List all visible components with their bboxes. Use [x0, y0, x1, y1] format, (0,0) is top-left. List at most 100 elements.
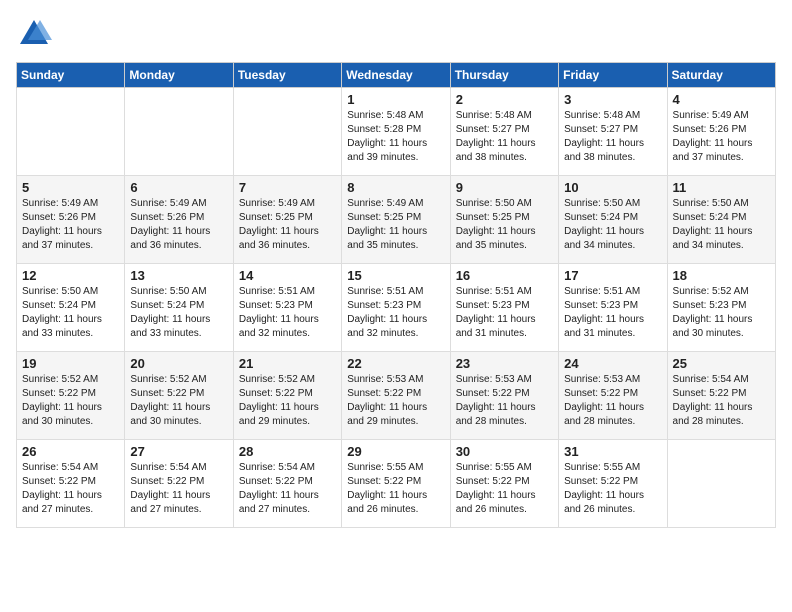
- day-info: Sunrise: 5:49 AM Sunset: 5:25 PM Dayligh…: [239, 197, 336, 253]
- calendar-table: SundayMondayTuesdayWednesdayThursdayFrid…: [16, 62, 776, 528]
- day-number: 6: [130, 180, 227, 195]
- day-number: 17: [564, 268, 661, 283]
- day-cell: 29Sunrise: 5:55 AM Sunset: 5:22 PM Dayli…: [342, 440, 450, 528]
- day-cell: 25 Sunrise: 5:54 AM Sunset: 5:22 PM Dayli…: [667, 352, 775, 440]
- week-row-5: 26 Sunrise: 5:54 AM Sunset: 5:22 PM Dayli…: [17, 440, 776, 528]
- day-info: Sunrise: 5:54 AM Sunset: 5:22 PM Dayligh…: [239, 461, 336, 517]
- day-cell: 11 Sunrise: 5:50 AM Sunset: 5:24 PM Dayli…: [667, 176, 775, 264]
- day-number: 12: [22, 268, 119, 283]
- day-info: Sunrise: 5:52 AM Sunset: 5:22 PM Dayligh…: [22, 373, 119, 429]
- day-info: Sunrise: 5:50 AM Sunset: 5:25 PM Dayligh…: [456, 197, 553, 253]
- day-cell: 14 Sunrise: 5:51 AM Sunset: 5:23 PM Dayli…: [233, 264, 341, 352]
- day-number: 15: [347, 268, 444, 283]
- day-info: Sunrise: 5:52 AM Sunset: 5:23 PM Dayligh…: [673, 285, 770, 341]
- week-row-4: 19 Sunrise: 5:52 AM Sunset: 5:22 PM Dayli…: [17, 352, 776, 440]
- day-info: Sunrise: 5:49 AM Sunset: 5:25 PM Dayligh…: [347, 197, 444, 253]
- day-cell: 13 Sunrise: 5:50 AM Sunset: 5:24 PM Dayli…: [125, 264, 233, 352]
- day-number: 23: [456, 356, 553, 371]
- day-number: 30: [456, 444, 553, 459]
- day-number: 31: [564, 444, 661, 459]
- day-number: 21: [239, 356, 336, 371]
- header-cell-tuesday: Tuesday: [233, 63, 341, 88]
- day-info: Sunrise: 5:49 AM Sunset: 5:26 PM Dayligh…: [130, 197, 227, 253]
- day-cell: 23Sunrise: 5:53 AM Sunset: 5:22 PM Dayli…: [450, 352, 558, 440]
- day-cell: 2 Sunrise: 5:48 AM Sunset: 5:27 PM Daylig…: [450, 88, 558, 176]
- day-number: 2: [456, 92, 553, 107]
- day-number: 10: [564, 180, 661, 195]
- day-cell: 1Sunrise: 5:48 AM Sunset: 5:28 PM Daylig…: [342, 88, 450, 176]
- day-info: Sunrise: 5:54 AM Sunset: 5:22 PM Dayligh…: [130, 461, 227, 517]
- day-number: 25: [673, 356, 770, 371]
- day-number: 22: [347, 356, 444, 371]
- day-cell: 18 Sunrise: 5:52 AM Sunset: 5:23 PM Dayli…: [667, 264, 775, 352]
- day-info: Sunrise: 5:51 AM Sunset: 5:23 PM Dayligh…: [456, 285, 553, 341]
- day-info: Sunrise: 5:52 AM Sunset: 5:22 PM Dayligh…: [130, 373, 227, 429]
- day-info: Sunrise: 5:55 AM Sunset: 5:22 PM Dayligh…: [564, 461, 661, 517]
- week-row-3: 12 Sunrise: 5:50 AM Sunset: 5:24 PM Dayli…: [17, 264, 776, 352]
- day-cell: 3 Sunrise: 5:48 AM Sunset: 5:27 PM Daylig…: [559, 88, 667, 176]
- day-cell: 19 Sunrise: 5:52 AM Sunset: 5:22 PM Dayli…: [17, 352, 125, 440]
- day-info: Sunrise: 5:54 AM Sunset: 5:22 PM Dayligh…: [22, 461, 119, 517]
- day-number: 4: [673, 92, 770, 107]
- day-cell: 9 Sunrise: 5:50 AM Sunset: 5:25 PM Daylig…: [450, 176, 558, 264]
- day-cell: 28Sunrise: 5:54 AM Sunset: 5:22 PM Dayli…: [233, 440, 341, 528]
- day-info: Sunrise: 5:50 AM Sunset: 5:24 PM Dayligh…: [673, 197, 770, 253]
- calendar-header: SundayMondayTuesdayWednesdayThursdayFrid…: [17, 63, 776, 88]
- day-cell: 7 Sunrise: 5:49 AM Sunset: 5:25 PM Daylig…: [233, 176, 341, 264]
- day-info: Sunrise: 5:49 AM Sunset: 5:26 PM Dayligh…: [673, 109, 770, 165]
- day-cell: 12Sunrise: 5:50 AM Sunset: 5:24 PM Dayli…: [17, 264, 125, 352]
- day-info: Sunrise: 5:50 AM Sunset: 5:24 PM Dayligh…: [564, 197, 661, 253]
- day-cell: 30 Sunrise: 5:55 AM Sunset: 5:22 PM Dayli…: [450, 440, 558, 528]
- day-number: 11: [673, 180, 770, 195]
- day-number: 9: [456, 180, 553, 195]
- day-cell: 22 Sunrise: 5:53 AM Sunset: 5:22 PM Dayli…: [342, 352, 450, 440]
- day-info: Sunrise: 5:53 AM Sunset: 5:22 PM Dayligh…: [564, 373, 661, 429]
- day-info: Sunrise: 5:54 AM Sunset: 5:22 PM Dayligh…: [673, 373, 770, 429]
- day-cell: 10 Sunrise: 5:50 AM Sunset: 5:24 PM Dayli…: [559, 176, 667, 264]
- day-number: 29: [347, 444, 444, 459]
- day-info: Sunrise: 5:48 AM Sunset: 5:27 PM Dayligh…: [564, 109, 661, 165]
- day-cell: 6 Sunrise: 5:49 AM Sunset: 5:26 PM Daylig…: [125, 176, 233, 264]
- day-number: 13: [130, 268, 227, 283]
- header-cell-friday: Friday: [559, 63, 667, 88]
- day-cell: 31 Sunrise: 5:55 AM Sunset: 5:22 PM Dayli…: [559, 440, 667, 528]
- day-number: 27: [130, 444, 227, 459]
- logo: [16, 16, 56, 52]
- header-row: SundayMondayTuesdayWednesdayThursdayFrid…: [17, 63, 776, 88]
- day-info: Sunrise: 5:48 AM Sunset: 5:27 PM Dayligh…: [456, 109, 553, 165]
- day-cell: 27 Sunrise: 5:54 AM Sunset: 5:22 PM Dayli…: [125, 440, 233, 528]
- week-row-2: 5 Sunrise: 5:49 AM Sunset: 5:26 PM Daylig…: [17, 176, 776, 264]
- day-cell: 24 Sunrise: 5:53 AM Sunset: 5:22 PM Dayli…: [559, 352, 667, 440]
- day-cell: [233, 88, 341, 176]
- day-cell: 15 Sunrise: 5:51 AM Sunset: 5:23 PM Dayli…: [342, 264, 450, 352]
- day-cell: 16 Sunrise: 5:51 AM Sunset: 5:23 PM Dayli…: [450, 264, 558, 352]
- day-number: 14: [239, 268, 336, 283]
- day-cell: 26 Sunrise: 5:54 AM Sunset: 5:22 PM Dayli…: [17, 440, 125, 528]
- day-number: 5: [22, 180, 119, 195]
- day-number: 18: [673, 268, 770, 283]
- day-number: 16: [456, 268, 553, 283]
- day-info: Sunrise: 5:51 AM Sunset: 5:23 PM Dayligh…: [239, 285, 336, 341]
- calendar-body: 1Sunrise: 5:48 AM Sunset: 5:28 PM Daylig…: [17, 88, 776, 528]
- day-number: 19: [22, 356, 119, 371]
- day-info: Sunrise: 5:50 AM Sunset: 5:24 PM Dayligh…: [130, 285, 227, 341]
- day-number: 24: [564, 356, 661, 371]
- day-info: Sunrise: 5:55 AM Sunset: 5:22 PM Dayligh…: [456, 461, 553, 517]
- day-number: 7: [239, 180, 336, 195]
- day-cell: 21 Sunrise: 5:52 AM Sunset: 5:22 PM Dayli…: [233, 352, 341, 440]
- day-cell: 5 Sunrise: 5:49 AM Sunset: 5:26 PM Daylig…: [17, 176, 125, 264]
- header-cell-wednesday: Wednesday: [342, 63, 450, 88]
- day-info: Sunrise: 5:52 AM Sunset: 5:22 PM Dayligh…: [239, 373, 336, 429]
- day-info: Sunrise: 5:49 AM Sunset: 5:26 PM Dayligh…: [22, 197, 119, 253]
- day-info: Sunrise: 5:51 AM Sunset: 5:23 PM Dayligh…: [347, 285, 444, 341]
- day-number: 3: [564, 92, 661, 107]
- day-number: 26: [22, 444, 119, 459]
- day-info: Sunrise: 5:51 AM Sunset: 5:23 PM Dayligh…: [564, 285, 661, 341]
- header-cell-saturday: Saturday: [667, 63, 775, 88]
- day-number: 8: [347, 180, 444, 195]
- day-info: Sunrise: 5:48 AM Sunset: 5:28 PM Dayligh…: [347, 109, 444, 165]
- header-cell-thursday: Thursday: [450, 63, 558, 88]
- day-info: Sunrise: 5:53 AM Sunset: 5:22 PM Dayligh…: [347, 373, 444, 429]
- logo-icon: [16, 16, 52, 52]
- day-cell: [17, 88, 125, 176]
